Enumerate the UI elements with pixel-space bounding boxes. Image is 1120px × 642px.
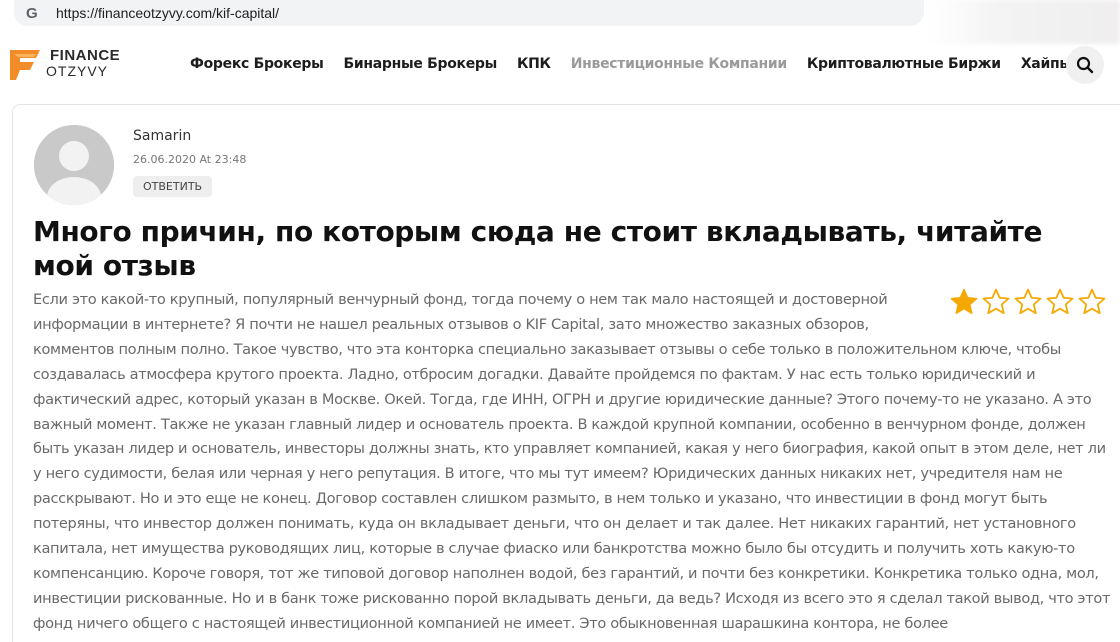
nav-item-hyips[interactable]: Хайпы — [1021, 56, 1072, 72]
nav-item-kpk[interactable]: КПК — [517, 56, 551, 72]
review-date: 26.06.2020 At 23:48 — [133, 153, 247, 166]
nav-item-forex-brokers[interactable]: Форекс Брокеры — [190, 56, 324, 72]
avatar — [34, 125, 114, 205]
logo-text-otzyvy: OTZYVY — [46, 63, 109, 79]
search-button[interactable] — [1066, 46, 1104, 84]
nav-item-crypto-exchanges[interactable]: Криптовалютные Биржи — [807, 56, 1001, 72]
google-icon: G — [26, 4, 38, 22]
review-author: Samarin — [133, 128, 192, 144]
user-silhouette-icon — [34, 125, 114, 205]
review-card: Samarin 26.06.2020 At 23:48 ОТВЕТИТЬ Мно… — [12, 104, 1120, 642]
blurred-toolbar-area — [926, 0, 1120, 44]
review-body: Если это какой-то крупный, популярный ве… — [33, 288, 1113, 637]
site-header: FINANCE OTZYVY Форекс Брокеры Бинарные Б… — [0, 40, 1120, 94]
rating-spacer — [949, 288, 1113, 328]
logo-mark-icon — [10, 50, 40, 80]
review-title: Много причин, по которым сюда не стоит в… — [33, 215, 1043, 282]
nav-item-investment-companies[interactable]: Инвестиционные Компании — [571, 56, 787, 72]
url-text[interactable]: https://financeotzyvy.com/kif-capital/ — [56, 5, 279, 21]
nav-item-binary-brokers[interactable]: Бинарные Брокеры — [343, 56, 497, 72]
reply-button[interactable]: ОТВЕТИТЬ — [133, 176, 213, 197]
main-nav: Форекс Брокеры Бинарные Брокеры КПК Инве… — [190, 56, 1092, 72]
search-icon — [1076, 56, 1094, 74]
review-body-text: Если это какой-то крупный, популярный ве… — [33, 291, 1111, 632]
site-logo[interactable]: FINANCE OTZYVY — [10, 44, 130, 84]
address-bar[interactable]: G https://financeotzyvy.com/kif-capital/ — [14, 0, 924, 26]
browser-chrome: G https://financeotzyvy.com/kif-capital/ — [0, 0, 1120, 44]
logo-text-finance: FINANCE — [50, 47, 121, 64]
